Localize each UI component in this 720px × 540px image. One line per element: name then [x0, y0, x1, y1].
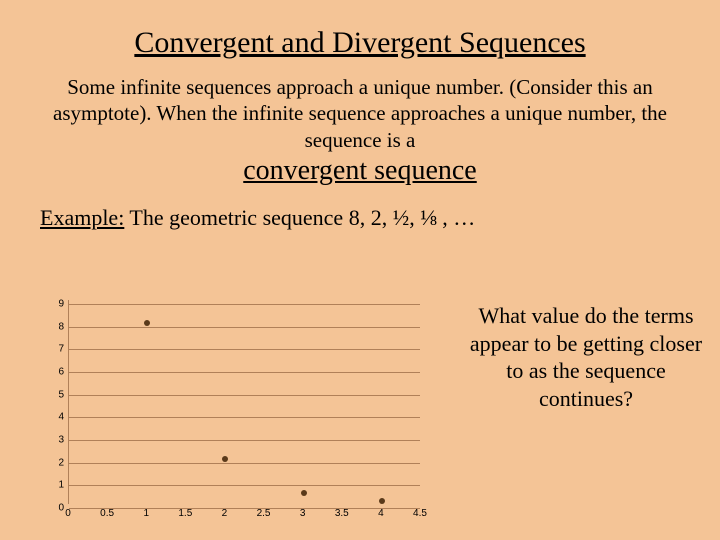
- x-tick-label: 3.5: [335, 508, 349, 528]
- y-tick-label: 8: [42, 321, 64, 332]
- gridline: [69, 304, 420, 305]
- sequence-chart: 0 1 2 3 4 5 6 7 8 9 0 0.5 1 1.5 2 2.5 3 3.5 4 4.5: [42, 296, 432, 528]
- data-point: [301, 490, 307, 496]
- data-point: [222, 456, 228, 462]
- gridline: [69, 485, 420, 486]
- example-text: The geometric sequence 8, 2, ½, ⅛ , …: [124, 205, 475, 230]
- gridline: [69, 395, 420, 396]
- y-tick-label: 2: [42, 457, 64, 468]
- gridline: [69, 327, 420, 328]
- x-tick-label: 2: [222, 508, 228, 528]
- gridline: [69, 508, 420, 509]
- y-tick-label: 7: [42, 344, 64, 355]
- x-tick-label: 3: [300, 508, 306, 528]
- x-tick-label: 4: [378, 508, 384, 528]
- y-tick-label: 6: [42, 367, 64, 378]
- gridline: [69, 349, 420, 350]
- x-tick-label: 0: [65, 508, 71, 528]
- question-text: What value do the terms appear to be get…: [468, 302, 704, 412]
- defined-term: convergent sequence: [0, 155, 720, 187]
- y-tick-label: 5: [42, 389, 64, 400]
- data-point: [379, 498, 385, 504]
- y-tick-label: 9: [42, 299, 64, 310]
- x-tick-label: 2.5: [257, 508, 271, 528]
- y-tick-label: 4: [42, 412, 64, 423]
- data-point: [144, 320, 150, 326]
- example-line: Example: The geometric sequence 8, 2, ½,…: [0, 187, 720, 231]
- x-tick-label: 1: [143, 508, 149, 528]
- y-tick-label: 1: [42, 480, 64, 491]
- y-tick-label: 3: [42, 435, 64, 446]
- gridline: [69, 463, 420, 464]
- page-title: Convergent and Divergent Sequences: [0, 0, 720, 74]
- gridline: [69, 372, 420, 373]
- y-tick-label: 0: [42, 503, 64, 514]
- x-tick-label: 4.5: [413, 508, 427, 528]
- x-tick-label: 0.5: [100, 508, 114, 528]
- example-label: Example:: [40, 205, 124, 230]
- gridline: [69, 417, 420, 418]
- intro-paragraph: Some infinite sequences approach a uniqu…: [0, 74, 720, 153]
- plot-area: [68, 300, 420, 504]
- gridline: [69, 440, 420, 441]
- x-tick-label: 1.5: [178, 508, 192, 528]
